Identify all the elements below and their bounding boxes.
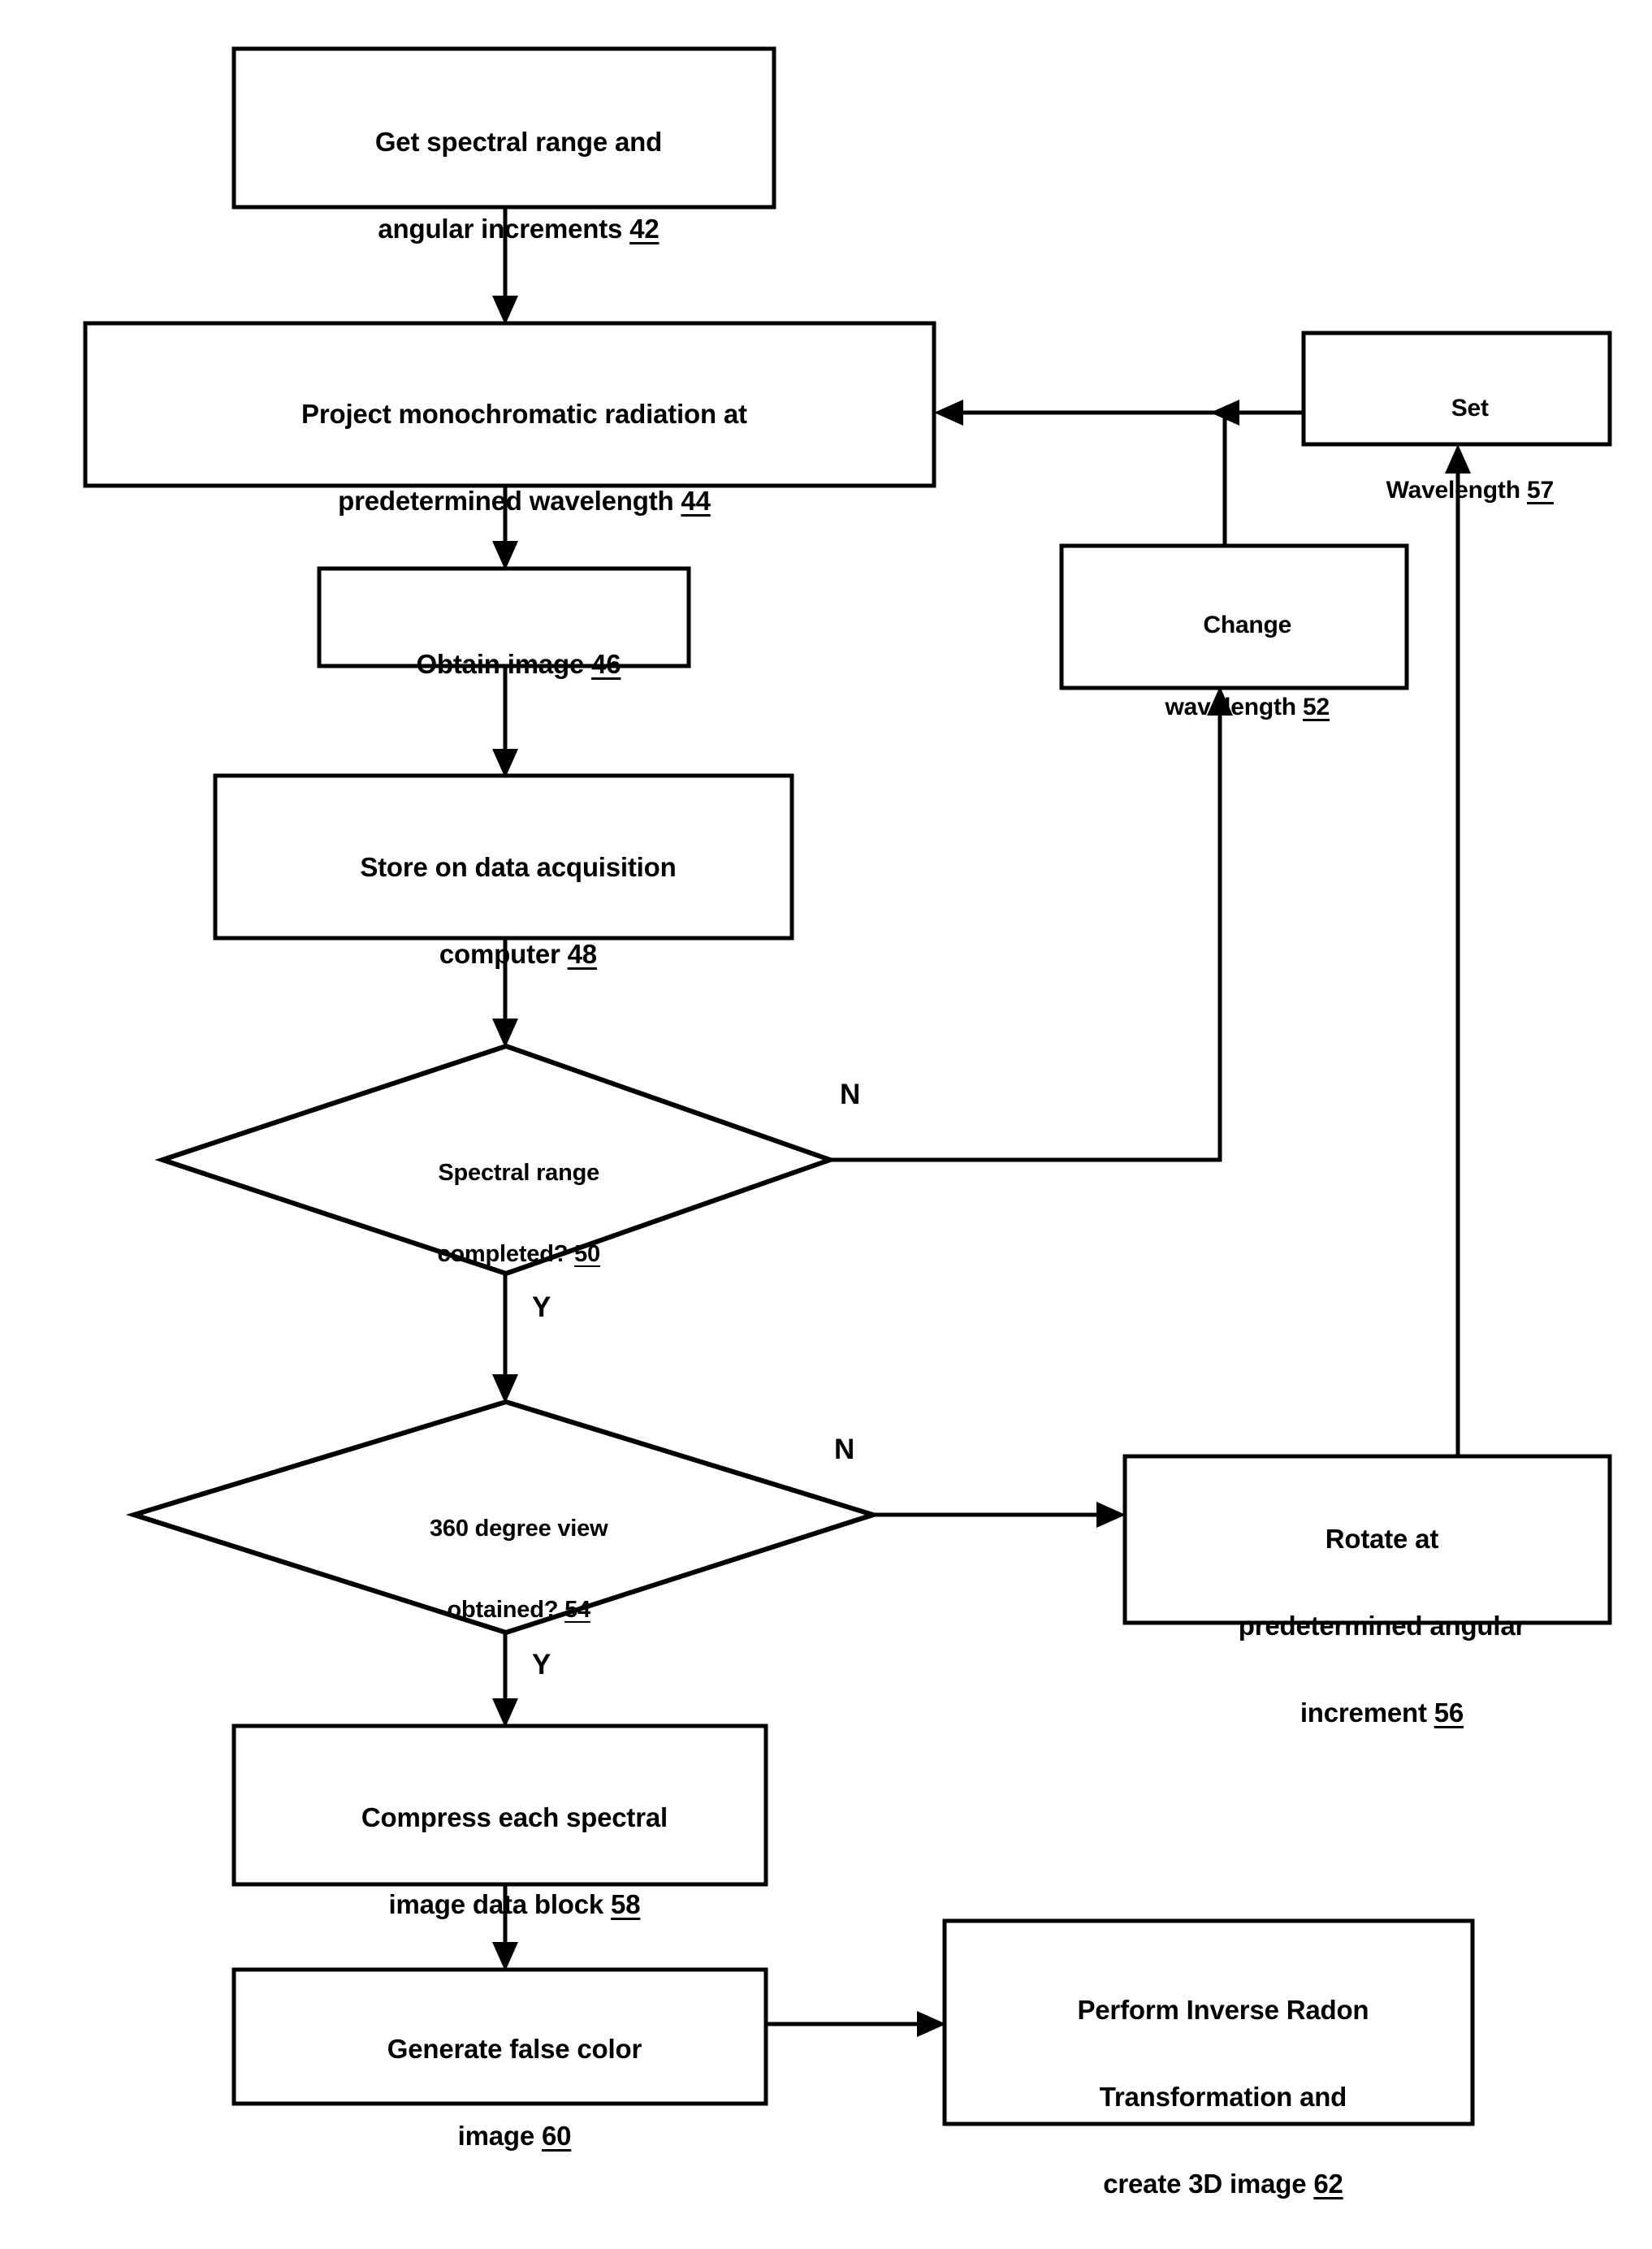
node-label-n42-line2: angular increments 42angular increments … bbox=[378, 214, 660, 244]
branch-label-n50-yes: Y bbox=[532, 1291, 551, 1323]
node-label-n44-line1: Project monochromatic radiation at bbox=[301, 399, 747, 430]
node-label-n50: Spectral range completed? 50 bbox=[323, 1113, 689, 1315]
arrowhead-n50-n54 bbox=[492, 1374, 518, 1403]
node-label-n56: Rotate at predetermined angular incremen… bbox=[1133, 1474, 1602, 1778]
node-ref-n56: 56 bbox=[1434, 1698, 1464, 1728]
arrowhead-n54-n56 bbox=[1096, 1502, 1126, 1528]
arrowhead-n54-n58 bbox=[492, 1698, 518, 1728]
node-label-n62: Perform Inverse Radon Transformation and… bbox=[953, 1945, 1464, 2249]
node-label-n46-line1: Obtain image 46 bbox=[416, 649, 621, 680]
node-label-n60-line2: image 60 bbox=[457, 2121, 572, 2152]
arrowhead-n48-n50 bbox=[492, 1019, 518, 1048]
arrowhead-n60-n62 bbox=[917, 2011, 946, 2037]
node-ref-n62: 62 bbox=[1313, 2169, 1343, 2199]
node-label-n50-line2: completed? 50 bbox=[437, 1240, 600, 1267]
node-label-n56-line2: predetermined angular bbox=[1238, 1611, 1526, 1641]
node-label-n58: Compress each spectral image data block … bbox=[242, 1753, 758, 1970]
node-ref-n46: 46 bbox=[591, 649, 621, 680]
node-label-n62-line3: create 3D image 62 bbox=[1103, 2169, 1343, 2199]
node-ref-n44: 44 bbox=[681, 486, 711, 517]
node-ref-n60: 60 bbox=[541, 2121, 572, 2152]
node-label-n60: Generate false color image 60 bbox=[242, 1984, 758, 2201]
arrowhead-n42-n44 bbox=[492, 296, 518, 325]
node-label-n48-line2: computer 48 bbox=[439, 939, 598, 970]
node-label-n58-line1: Compress each spectral bbox=[361, 1802, 668, 1833]
node-label-n57-line2: Wavelength 57 bbox=[1386, 477, 1555, 504]
node-ref-n54: 54 bbox=[564, 1596, 590, 1623]
node-ref-n48: 48 bbox=[567, 939, 598, 970]
node-label-n48-line1: Store on data acquisition bbox=[360, 852, 677, 883]
node-label-n46: Obtain image 46 bbox=[327, 599, 681, 729]
node-label-n42: Get spectral range and angular increment… bbox=[242, 77, 766, 294]
node-label-n57: Set Wavelength 57 bbox=[1312, 348, 1602, 552]
branch-label-n54-no: N bbox=[834, 1434, 855, 1465]
node-label-n60-line1: Generate false color bbox=[387, 2034, 642, 2065]
node-label-n54: 360 degree view obtained? 54 bbox=[323, 1468, 689, 1671]
node-ref-n57: 57 bbox=[1526, 477, 1554, 504]
node-label-n52: Change wavelength 52 bbox=[1070, 564, 1399, 769]
node-label-n54-line1: 360 degree view bbox=[429, 1515, 608, 1542]
node-label-n52-line1: Change bbox=[1203, 612, 1292, 639]
node-label-n62-line1: Perform Inverse Radon bbox=[1077, 1995, 1369, 2026]
node-label-n52-line2: wavelength 52 bbox=[1165, 694, 1330, 721]
node-label-n56-line3: increment 56 bbox=[1300, 1698, 1464, 1728]
node-ref-n52: 52 bbox=[1303, 694, 1330, 721]
node-label-n54-line2: obtained? 54 bbox=[447, 1596, 590, 1623]
node-label-n58-line2: image data block 58 bbox=[388, 1889, 641, 1920]
node-label-n57-line1: Set bbox=[1451, 395, 1489, 422]
node-label-n44-line2: predetermined wavelength 44 bbox=[338, 486, 711, 517]
branch-label-n50-no: N bbox=[840, 1079, 861, 1110]
node-label-n44: Project monochromatic radiation at prede… bbox=[93, 349, 926, 566]
node-ref-n42: 42 bbox=[629, 214, 660, 244]
node-label-n56-line1: Rotate at bbox=[1325, 1524, 1439, 1555]
arrowhead-n57-n44 bbox=[934, 400, 963, 426]
node-ref-n50: 50 bbox=[574, 1240, 600, 1267]
branch-label-n54-yes: Y bbox=[532, 1649, 551, 1680]
flowchart-diagram: Get spectral range and angular increment… bbox=[0, 0, 1652, 2244]
node-label-n42-line1: Get spectral range and bbox=[374, 127, 663, 158]
node-label-n50-line1: Spectral range bbox=[438, 1159, 600, 1186]
node-label-n62-line2: Transformation and bbox=[1099, 2082, 1347, 2113]
node-ref-n58: 58 bbox=[611, 1889, 641, 1920]
node-label-n48: Store on data acquisition computer 48 bbox=[223, 802, 784, 1019]
